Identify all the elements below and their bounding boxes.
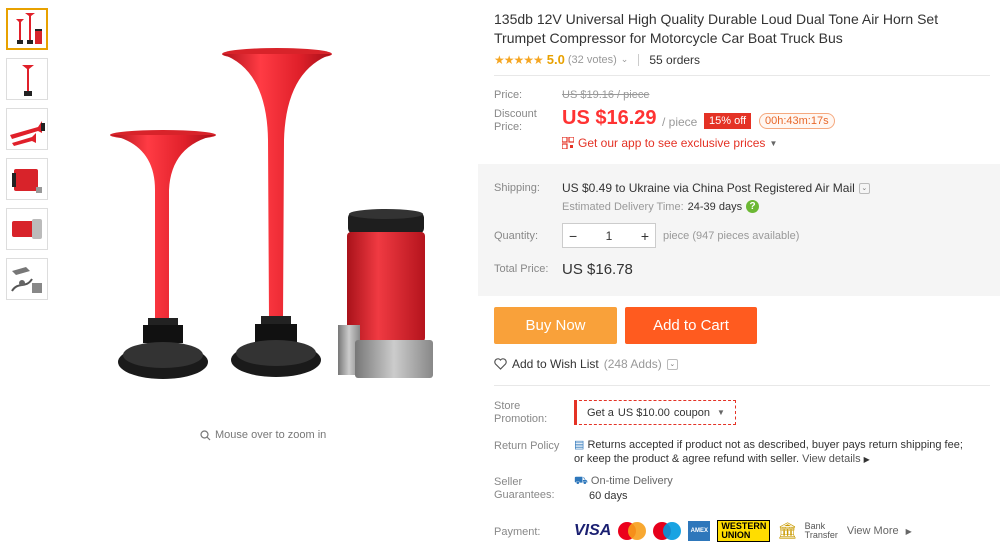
- quantity-stepper[interactable]: − 1 +: [562, 223, 656, 248]
- thumbnail-horns-set[interactable]: [6, 8, 48, 50]
- original-price: US $19.16 / piece: [562, 89, 650, 101]
- store-promotion-label-line2: Promotion:: [494, 413, 548, 425]
- discount-price: US $16.29: [562, 107, 657, 129]
- estimated-delivery: Estimated Delivery Time: 24-39 days ?: [562, 200, 760, 213]
- return-policy-line1: Returns accepted if product not as descr…: [587, 439, 963, 451]
- quantity-input[interactable]: 1: [606, 229, 613, 243]
- estimated-delivery-value: 24-39 days: [687, 200, 743, 213]
- return-policy-icon: ▤: [574, 439, 585, 451]
- discount-badge: 15% off: [704, 113, 752, 129]
- western-union-line2: UNION: [721, 530, 751, 540]
- payment-label: Payment:: [494, 526, 541, 538]
- estimated-delivery-label: Estimated Delivery Time:: [562, 200, 684, 213]
- product-title: 135db 12V Universal High Quality Durable…: [494, 11, 939, 46]
- guarantee-days: 60 days: [589, 490, 628, 502]
- thumbnail-compressor-angle[interactable]: [6, 208, 48, 250]
- shipping-method[interactable]: US $0.49 to Ukraine via China Post Regis…: [562, 181, 870, 195]
- store-coupon-button[interactable]: Get a US $10.00 coupon ▼: [574, 400, 736, 425]
- return-policy-label: Return Policy: [494, 440, 560, 452]
- add-to-wishlist[interactable]: Add to Wish List (248 Adds) ⌄: [494, 357, 678, 371]
- rating-stars: ★★★★★: [494, 52, 544, 67]
- quantity-label: Quantity:: [494, 230, 539, 242]
- shipping-method-text: US $0.49 to Ukraine via China Post Regis…: [562, 181, 855, 195]
- caret-right-icon: ▶: [905, 526, 912, 536]
- view-details-link[interactable]: View details: [802, 453, 861, 465]
- total-price: US $16.78: [562, 261, 633, 278]
- quantity-decrease-button[interactable]: −: [569, 228, 577, 244]
- seller-guarantees-label: Seller Guarantees:: [494, 476, 555, 502]
- app-promo-text: Get our app to see exclusive prices: [578, 136, 766, 150]
- qr-code-icon: [562, 137, 574, 149]
- view-more-link[interactable]: View More: [847, 525, 899, 537]
- zoom-hint: Mouse over to zoom in: [200, 429, 326, 441]
- delivery-truck-icon: ⛟: [574, 475, 588, 487]
- guarantee-title: On-time Delivery: [590, 475, 673, 487]
- quantity-available: piece (947 pieces available): [663, 230, 800, 242]
- chevron-down-icon[interactable]: ⌄: [621, 54, 629, 65]
- per-piece: / piece: [662, 115, 698, 129]
- bank-icon: 🏛: [777, 523, 798, 540]
- amex-icon: AMEX: [688, 521, 711, 541]
- votes-count[interactable]: (32 votes): [568, 54, 617, 66]
- main-product-image[interactable]: [55, 0, 475, 420]
- payment-methods: VISA AMEX WESTERN UNION 🏛 Bank Transfer …: [574, 520, 912, 542]
- product-details: 135db 12V Universal High Quality Durable…: [478, 0, 1000, 553]
- divider: [494, 75, 990, 76]
- caret-right-icon: ▶: [863, 455, 870, 464]
- mastercard-icon: [618, 521, 647, 541]
- seller-guarantees: ⛟ On-time Delivery 60 days: [574, 474, 673, 504]
- divider: [494, 385, 990, 386]
- orders-count: 55 orders: [649, 52, 701, 67]
- discount-label-line1: Discount: [494, 108, 537, 120]
- heart-icon: [494, 358, 507, 370]
- bank-transfer-line2: Transfer: [804, 530, 838, 540]
- coupon-value: US $10.00: [617, 406, 670, 419]
- divider: [638, 53, 640, 66]
- maestro-icon: [653, 521, 682, 541]
- thumbnail-horns-side[interactable]: [6, 108, 48, 150]
- return-policy: ▤ Returns accepted if product not as des…: [574, 438, 994, 467]
- chevron-down-icon[interactable]: ⌄: [858, 182, 870, 194]
- seller-guarantees-label-line2: Guarantees:: [494, 489, 555, 501]
- rating-row: ★★★★★ 5.0 (32 votes) ⌄ 55 orders: [494, 52, 700, 67]
- rating-value: 5.0: [546, 52, 565, 67]
- wishlist-count: (248 Adds): [603, 357, 662, 371]
- countdown-timer: 00h:43m:17s: [759, 113, 835, 129]
- western-union-icon: WESTERN UNION: [717, 520, 771, 542]
- thumbnail-compressor[interactable]: [6, 158, 48, 200]
- seller-guarantees-label-line1: Seller: [494, 476, 523, 488]
- price-label: Price:: [494, 89, 523, 101]
- coupon-suffix: coupon: [673, 406, 710, 419]
- magnifier-icon: [200, 429, 211, 440]
- bank-transfer: Bank Transfer: [805, 522, 838, 540]
- total-price-label: Total Price:: [494, 263, 549, 275]
- buy-now-button[interactable]: Buy Now: [494, 307, 617, 344]
- coupon-prefix: Get a: [587, 406, 614, 419]
- zoom-hint-text: Mouse over to zoom in: [215, 429, 327, 441]
- add-to-cart-button[interactable]: Add to Cart: [625, 307, 757, 344]
- discount-label-line2: Price:: [494, 121, 523, 133]
- quantity-increase-button[interactable]: +: [641, 228, 649, 244]
- app-promo-link[interactable]: Get our app to see exclusive prices ▼: [562, 136, 777, 150]
- discount-label: Discount Price:: [494, 108, 537, 134]
- thumbnail-long-horn[interactable]: [6, 58, 48, 100]
- visa-icon: VISA: [574, 522, 612, 539]
- thumbnail-list: [6, 8, 48, 308]
- help-icon[interactable]: ?: [746, 200, 760, 213]
- return-policy-line2: or keep the product & agree refund with …: [574, 453, 800, 465]
- caret-down-icon: ▼: [716, 408, 725, 417]
- store-promotion-label: Store Promotion:: [494, 400, 547, 426]
- chevron-down-icon[interactable]: ⌄: [666, 358, 678, 370]
- caret-down-icon: ▼: [769, 138, 778, 148]
- store-promotion-label-line1: Store: [494, 400, 521, 412]
- shipping-label: Shipping:: [494, 182, 540, 194]
- thumbnail-accessories[interactable]: [6, 258, 48, 300]
- wishlist-label: Add to Wish List: [512, 357, 599, 371]
